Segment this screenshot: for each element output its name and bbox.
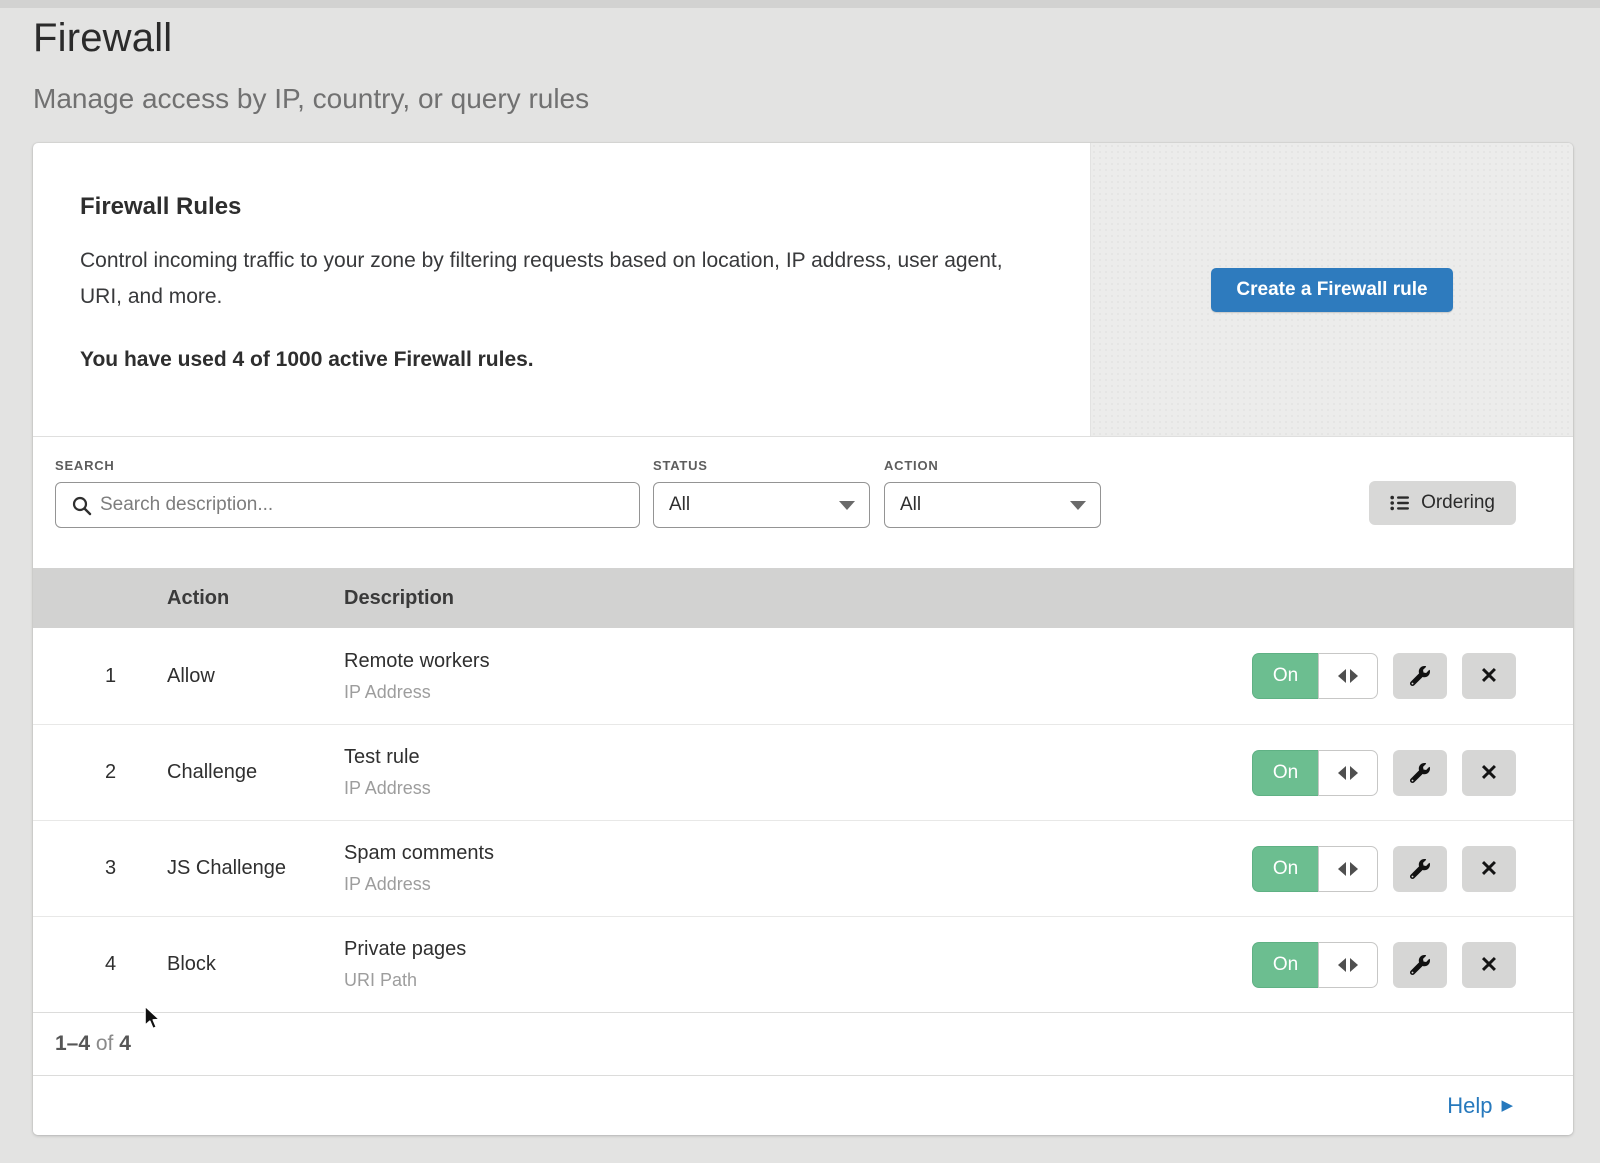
table-row: 1 Allow Remote workers IP Address On ✕ <box>33 628 1573 724</box>
status-select-value: All <box>669 494 690 516</box>
rule-controls: On ✕ <box>1252 750 1516 796</box>
usage-note: You have used 4 of 1000 active Firewall … <box>80 348 1050 372</box>
search-box[interactable] <box>55 482 640 528</box>
table-row: 2 Challenge Test rule IP Address On ✕ <box>33 724 1573 820</box>
close-icon: ✕ <box>1480 762 1498 784</box>
wrench-icon <box>1410 859 1430 879</box>
toggle-on-label: On <box>1252 942 1318 988</box>
rule-match-type: IP Address <box>344 874 1252 895</box>
create-rule-panel: Create a Firewall rule <box>1090 143 1573 436</box>
rule-action: JS Challenge <box>167 857 344 880</box>
firewall-rules-card: Firewall Rules Control incoming traffic … <box>33 143 1573 1135</box>
toggle-arrows-icon[interactable] <box>1318 846 1378 892</box>
pagination-range: 1–4 <box>55 1032 90 1056</box>
delete-rule-button[interactable]: ✕ <box>1462 653 1516 699</box>
rule-priority: 1 <box>33 665 167 688</box>
toggle-on-label: On <box>1252 750 1318 796</box>
toggle-on-label: On <box>1252 653 1318 699</box>
edit-rule-button[interactable] <box>1393 750 1447 796</box>
edit-rule-button[interactable] <box>1393 846 1447 892</box>
intro-section: Firewall Rules Control incoming traffic … <box>33 143 1573 437</box>
help-row: Help ▶ <box>33 1075 1573 1135</box>
rule-priority: 2 <box>33 761 167 784</box>
search-input[interactable] <box>56 483 639 527</box>
toggle-arrows-icon[interactable] <box>1318 750 1378 796</box>
rules-table: Action Description 1 Allow Remote worker… <box>33 568 1573 1012</box>
toggle-on-label: On <box>1252 846 1318 892</box>
edit-rule-button[interactable] <box>1393 653 1447 699</box>
action-select-value: All <box>900 494 921 516</box>
rule-enabled-toggle[interactable]: On <box>1252 942 1378 988</box>
rule-match-type: IP Address <box>344 682 1252 703</box>
rule-description-cell: Private pages URI Path <box>344 938 1252 991</box>
rule-controls: On ✕ <box>1252 942 1516 988</box>
status-filter-group: STATUS All <box>653 458 870 528</box>
delete-rule-button[interactable]: ✕ <box>1462 942 1516 988</box>
search-icon <box>71 495 93 517</box>
close-icon: ✕ <box>1480 665 1498 687</box>
rule-controls: On ✕ <box>1252 653 1516 699</box>
rule-action: Challenge <box>167 761 344 784</box>
action-filter-group: ACTION All <box>884 458 1101 528</box>
action-select[interactable]: All <box>884 482 1101 528</box>
rule-enabled-toggle[interactable]: On <box>1252 846 1378 892</box>
pagination-total: 4 <box>119 1032 131 1056</box>
ordering-button-label: Ordering <box>1421 492 1495 514</box>
caret-down-icon <box>1070 501 1086 510</box>
pagination-of: of <box>90 1032 119 1056</box>
page-top-edge <box>0 0 1600 8</box>
toggle-arrows-icon[interactable] <box>1318 653 1378 699</box>
rule-description: Test rule <box>344 746 1252 769</box>
rule-action: Block <box>167 953 344 976</box>
rule-description-cell: Spam comments IP Address <box>344 842 1252 895</box>
help-link-label: Help <box>1447 1093 1492 1119</box>
intro-description: Control incoming traffic to your zone by… <box>80 243 1030 314</box>
toggle-arrows-icon[interactable] <box>1318 942 1378 988</box>
help-arrow-icon: ▶ <box>1501 1098 1513 1113</box>
rule-priority: 3 <box>33 857 167 880</box>
search-label: SEARCH <box>55 458 640 473</box>
rule-enabled-toggle[interactable]: On <box>1252 750 1378 796</box>
rule-description: Spam comments <box>344 842 1252 865</box>
delete-rule-button[interactable]: ✕ <box>1462 750 1516 796</box>
create-firewall-rule-button[interactable]: Create a Firewall rule <box>1211 268 1452 312</box>
description-column-header: Description <box>344 587 1573 610</box>
wrench-icon <box>1410 666 1430 686</box>
ordering-button[interactable]: Ordering <box>1369 481 1516 525</box>
rule-enabled-toggle[interactable]: On <box>1252 653 1378 699</box>
table-row: 4 Block Private pages URI Path On ✕ <box>33 916 1573 1012</box>
rule-action: Allow <box>167 665 344 688</box>
intro-text-block: Firewall Rules Control incoming traffic … <box>33 143 1090 436</box>
filter-bar: SEARCH STATUS All ACTION All <box>33 437 1573 568</box>
close-icon: ✕ <box>1480 954 1498 976</box>
page-header: Firewall Manage access by IP, country, o… <box>0 8 1600 115</box>
rule-priority: 4 <box>33 953 167 976</box>
close-icon: ✕ <box>1480 858 1498 880</box>
search-group: SEARCH <box>55 458 640 528</box>
delete-rule-button[interactable]: ✕ <box>1462 846 1516 892</box>
intro-heading: Firewall Rules <box>80 193 1050 221</box>
status-select[interactable]: All <box>653 482 870 528</box>
rule-description: Private pages <box>344 938 1252 961</box>
rule-description-cell: Remote workers IP Address <box>344 650 1252 703</box>
table-header: Action Description <box>33 568 1573 628</box>
page-title: Firewall <box>33 16 1600 61</box>
table-row: 3 JS Challenge Spam comments IP Address … <box>33 820 1573 916</box>
status-label: STATUS <box>653 458 870 473</box>
edit-rule-button[interactable] <box>1393 942 1447 988</box>
rule-controls: On ✕ <box>1252 846 1516 892</box>
rule-match-type: IP Address <box>344 778 1252 799</box>
rule-description-cell: Test rule IP Address <box>344 746 1252 799</box>
pagination: 1–4 of 4 <box>33 1012 1573 1075</box>
caret-down-icon <box>839 501 855 510</box>
action-column-header: Action <box>167 587 344 610</box>
help-link[interactable]: Help ▶ <box>1447 1093 1513 1119</box>
page-subtitle: Manage access by IP, country, or query r… <box>33 83 1600 115</box>
wrench-icon <box>1410 763 1430 783</box>
rule-description: Remote workers <box>344 650 1252 673</box>
action-label: ACTION <box>884 458 1101 473</box>
ordering-icon <box>1390 495 1410 511</box>
rule-match-type: URI Path <box>344 970 1252 991</box>
wrench-icon <box>1410 955 1430 975</box>
